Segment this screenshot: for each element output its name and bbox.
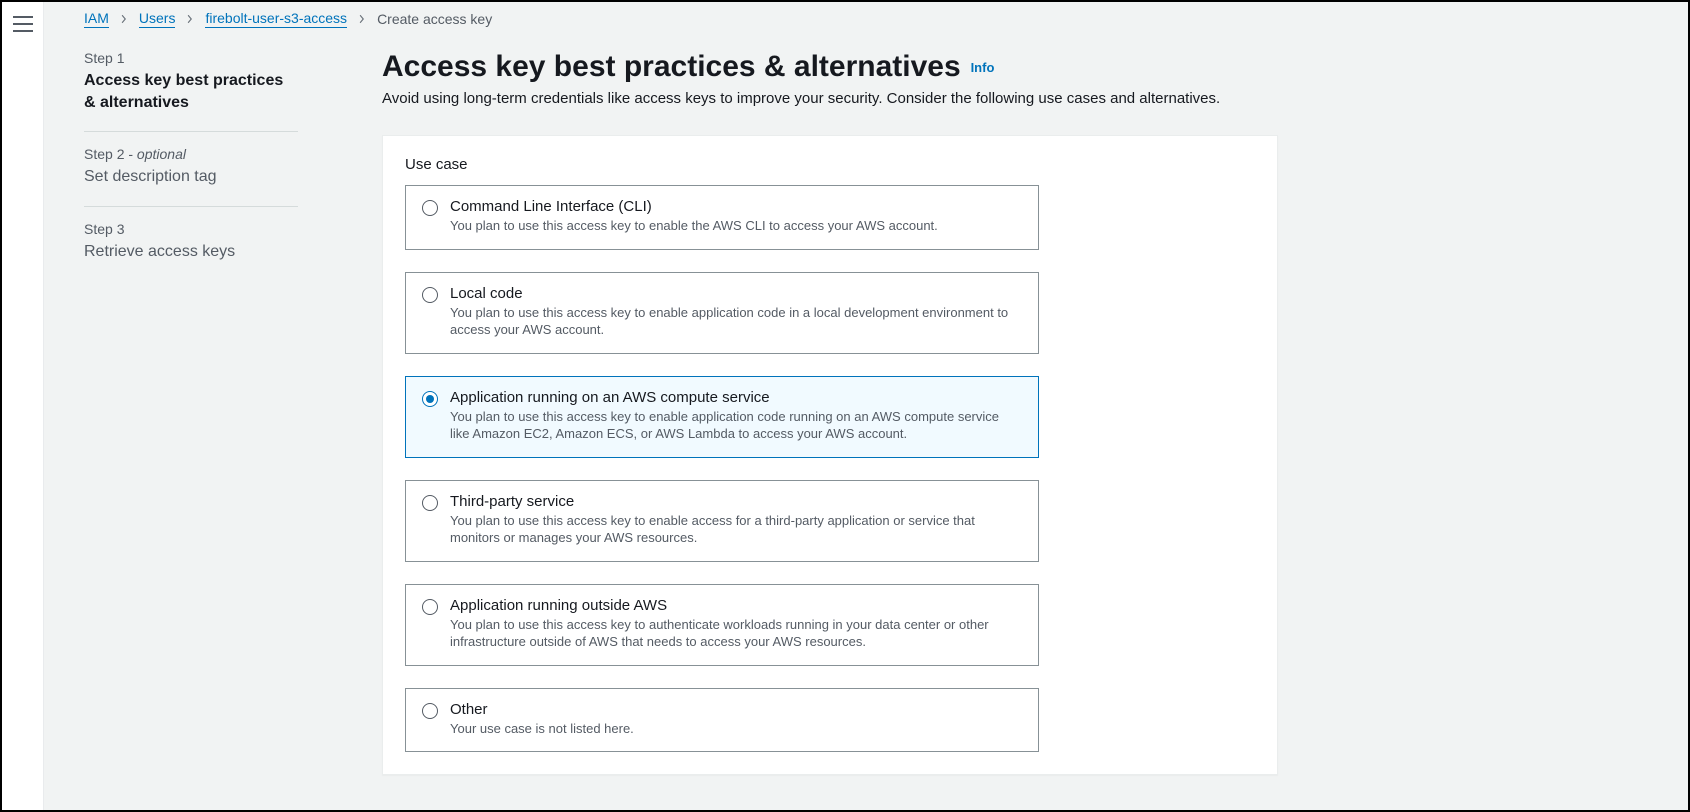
option-desc: Your use case is not listed here. xyxy=(450,720,1022,738)
option-other[interactable]: Other Your use case is not listed here. xyxy=(405,688,1039,753)
wizard-steps: Step 1 Access key best practices & alter… xyxy=(84,50,298,775)
breadcrumb-users[interactable]: Users xyxy=(139,10,176,28)
option-title: Local code xyxy=(450,285,1022,302)
radio-icon[interactable] xyxy=(422,599,438,615)
option-desc: You plan to use this access key to enabl… xyxy=(450,304,1022,339)
option-local-code[interactable]: Local code You plan to use this access k… xyxy=(405,272,1039,354)
use-case-panel: Use case Command Line Interface (CLI) Yo… xyxy=(382,135,1278,775)
menu-toggle-icon[interactable] xyxy=(13,16,33,32)
chevron-right-icon xyxy=(119,14,129,24)
chevron-right-icon xyxy=(357,14,367,24)
radio-icon[interactable] xyxy=(422,495,438,511)
page-description: Avoid using long-term credentials like a… xyxy=(382,90,1648,107)
breadcrumb-iam[interactable]: IAM xyxy=(84,10,109,28)
option-title: Third-party service xyxy=(450,493,1022,510)
step-title: Access key best practices & alternatives xyxy=(84,70,298,113)
step-title: Retrieve access keys xyxy=(84,241,298,263)
option-title: Other xyxy=(450,701,1022,718)
option-desc: You plan to use this access key to enabl… xyxy=(450,512,1022,547)
use-case-options: Command Line Interface (CLI) You plan to… xyxy=(405,185,1255,752)
option-aws-compute[interactable]: Application running on an AWS compute se… xyxy=(405,376,1039,458)
option-desc: You plan to use this access key to authe… xyxy=(450,616,1022,651)
option-title: Application running outside AWS xyxy=(450,597,1022,614)
left-rail xyxy=(2,2,44,810)
breadcrumb: IAM Users firebolt-user-s3-access Create… xyxy=(84,8,1648,28)
option-third-party[interactable]: Third-party service You plan to use this… xyxy=(405,480,1039,562)
step-number: Step 3 xyxy=(84,221,298,237)
option-title: Command Line Interface (CLI) xyxy=(450,198,1022,215)
option-title: Application running on an AWS compute se… xyxy=(450,389,1022,406)
radio-icon[interactable] xyxy=(422,287,438,303)
main-panel: Access key best practices & alternatives… xyxy=(382,50,1648,775)
wizard-step-1[interactable]: Step 1 Access key best practices & alter… xyxy=(84,50,298,132)
breadcrumb-current: Create access key xyxy=(377,11,492,27)
step-title: Set description tag xyxy=(84,166,298,188)
radio-icon[interactable] xyxy=(422,200,438,216)
wizard-step-2[interactable]: Step 2 - optional Set description tag xyxy=(84,146,298,207)
radio-icon[interactable] xyxy=(422,391,438,407)
option-desc: You plan to use this access key to enabl… xyxy=(450,217,1022,235)
page-title: Access key best practices & alternatives xyxy=(382,50,961,83)
panel-label: Use case xyxy=(405,156,1255,173)
option-outside-aws[interactable]: Application running outside AWS You plan… xyxy=(405,584,1039,666)
option-cli[interactable]: Command Line Interface (CLI) You plan to… xyxy=(405,185,1039,250)
breadcrumb-user[interactable]: firebolt-user-s3-access xyxy=(205,10,347,28)
wizard-step-3[interactable]: Step 3 Retrieve access keys xyxy=(84,221,298,281)
step-number: Step 1 xyxy=(84,50,298,66)
step-number: Step 2 - optional xyxy=(84,146,298,162)
main-content: IAM Users firebolt-user-s3-access Create… xyxy=(44,2,1688,810)
option-desc: You plan to use this access key to enabl… xyxy=(450,408,1022,443)
info-link[interactable]: Info xyxy=(971,60,995,75)
radio-icon[interactable] xyxy=(422,703,438,719)
chevron-right-icon xyxy=(185,14,195,24)
